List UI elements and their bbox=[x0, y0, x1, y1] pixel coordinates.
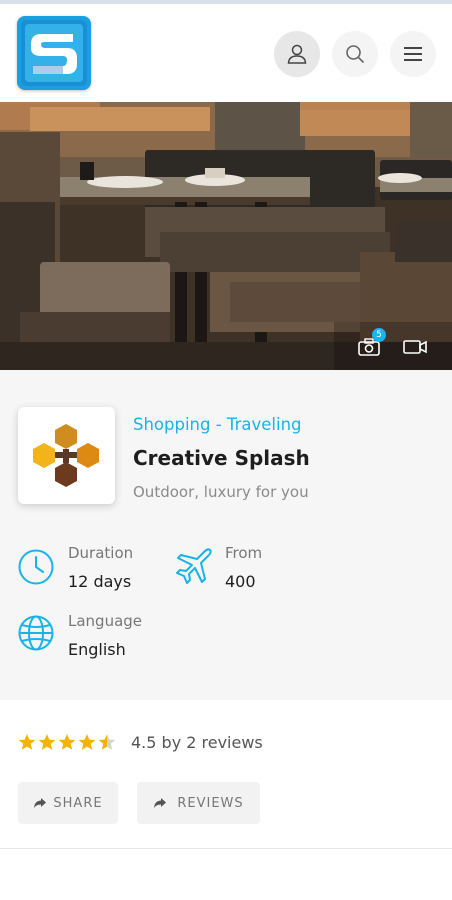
photos-button[interactable]: 5 bbox=[354, 328, 386, 359]
language-label: Language bbox=[68, 612, 143, 630]
globe-icon bbox=[18, 615, 54, 651]
hexagon-logo-icon bbox=[33, 424, 99, 487]
splash-s-logo-icon bbox=[21, 20, 87, 86]
hero-image[interactable]: 5 bbox=[0, 102, 452, 370]
menu-button[interactable] bbox=[390, 31, 436, 77]
from-label: From bbox=[225, 544, 263, 562]
listing-info-panel: Shopping - Traveling Creative Splash Out… bbox=[0, 370, 452, 700]
clock-icon bbox=[18, 549, 54, 585]
reviews-button[interactable]: REVIEWS bbox=[137, 782, 260, 824]
rating-row: 4.5 by 2 reviews bbox=[18, 731, 263, 753]
from-value: 400 bbox=[225, 572, 256, 591]
share-icon bbox=[34, 798, 47, 808]
reviews-label: REVIEWS bbox=[177, 795, 244, 811]
menu-icon bbox=[404, 47, 422, 61]
listing-title: Creative Splash bbox=[133, 446, 310, 470]
reviews-arrow-icon bbox=[154, 798, 167, 808]
app-header bbox=[0, 4, 452, 102]
listing-category-link[interactable]: Shopping - Traveling bbox=[133, 415, 302, 434]
share-button[interactable]: SHARE bbox=[18, 782, 118, 824]
video-icon bbox=[403, 340, 427, 354]
user-icon bbox=[287, 44, 307, 64]
duration-value: 12 days bbox=[68, 572, 132, 591]
stars-icon bbox=[18, 734, 116, 750]
media-controls: 5 bbox=[334, 322, 452, 370]
listing-subtitle: Outdoor, luxury for you bbox=[133, 483, 309, 501]
airplane-icon bbox=[176, 548, 212, 584]
photo-count-badge: 5 bbox=[372, 328, 386, 342]
search-button[interactable] bbox=[332, 31, 378, 77]
listing-thumbnail[interactable] bbox=[18, 407, 115, 504]
user-button[interactable] bbox=[274, 31, 320, 77]
video-button[interactable] bbox=[400, 335, 430, 359]
share-label: SHARE bbox=[53, 795, 103, 811]
search-icon bbox=[346, 45, 365, 64]
app-logo[interactable] bbox=[17, 16, 91, 90]
language-value: English bbox=[68, 640, 126, 659]
duration-label: Duration bbox=[68, 544, 134, 562]
section-divider bbox=[0, 848, 452, 849]
rating-text: 4.5 by 2 reviews bbox=[131, 732, 263, 752]
star-rating bbox=[18, 732, 119, 752]
